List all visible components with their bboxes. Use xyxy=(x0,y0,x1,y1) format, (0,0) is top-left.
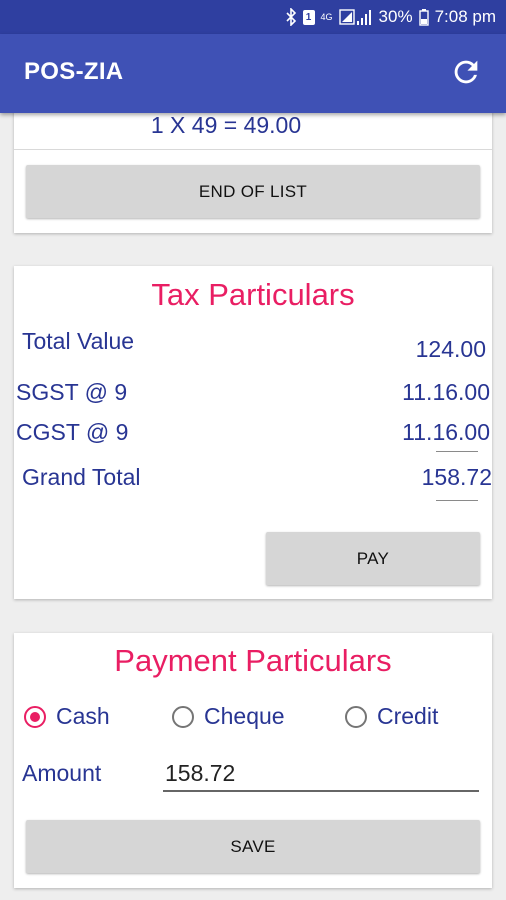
total-value-label: Total Value xyxy=(22,328,135,354)
sgst-label: SGST @ 9 xyxy=(16,379,128,405)
radio-credit-label: Credit xyxy=(377,703,439,729)
sim-icon: 1 xyxy=(302,9,315,25)
radio-credit[interactable]: Credit xyxy=(345,703,438,730)
total-value: 124.00 xyxy=(415,336,486,362)
radio-cheque-label: Cheque xyxy=(204,703,285,729)
radio-cheque[interactable]: Cheque xyxy=(172,703,285,730)
grand-total-underline xyxy=(436,500,478,501)
radio-unchecked-icon xyxy=(172,705,194,728)
end-of-list-button[interactable]: END OF LIST xyxy=(26,165,480,218)
grand-total-value: 158.72 xyxy=(421,464,492,490)
cgst-label: CGST @ 9 xyxy=(16,419,129,445)
amount-label: Amount xyxy=(22,760,102,786)
battery-percent: 30% xyxy=(378,7,413,26)
refresh-button[interactable] xyxy=(446,54,486,94)
tax-title: Tax Particulars xyxy=(151,277,355,312)
app-bar: POS-ZIA xyxy=(0,34,506,113)
bluetooth-icon xyxy=(285,8,297,26)
order-list-card: 1 X 49 = 49.00 END OF LIST xyxy=(14,100,492,233)
sgst-value: 11.16.00 xyxy=(402,379,490,405)
refresh-icon xyxy=(449,55,483,94)
status-bar: 1 4G 30% 7:08 pm xyxy=(0,0,506,34)
save-button[interactable]: SAVE xyxy=(26,820,480,873)
clock: 7:08 pm xyxy=(434,7,496,26)
network-type: 4G xyxy=(320,11,333,22)
divider xyxy=(14,149,492,150)
radio-cash[interactable]: Cash xyxy=(24,703,110,730)
radio-checked-icon xyxy=(24,705,46,728)
list-item: 1 X 49 = 49.00 xyxy=(150,112,302,138)
payment-title: Payment Particulars xyxy=(114,643,392,678)
amount-field[interactable] xyxy=(163,756,479,792)
payment-particulars-card: Payment Particulars Cash Cheque Credit A… xyxy=(14,633,492,888)
cgst-underline xyxy=(436,451,478,452)
pay-button[interactable]: PAY xyxy=(266,532,480,585)
cgst-value: 11.16.00 xyxy=(402,419,490,445)
app-title: POS-ZIA xyxy=(24,58,124,85)
signal-icon xyxy=(338,8,373,26)
tax-particulars-card: Tax Particulars Total Value 124.00 SGST … xyxy=(14,266,492,599)
battery-icon xyxy=(418,8,429,26)
grand-total-label: Grand Total xyxy=(22,464,141,490)
radio-unchecked-icon xyxy=(345,705,367,728)
radio-cash-label: Cash xyxy=(56,703,110,729)
